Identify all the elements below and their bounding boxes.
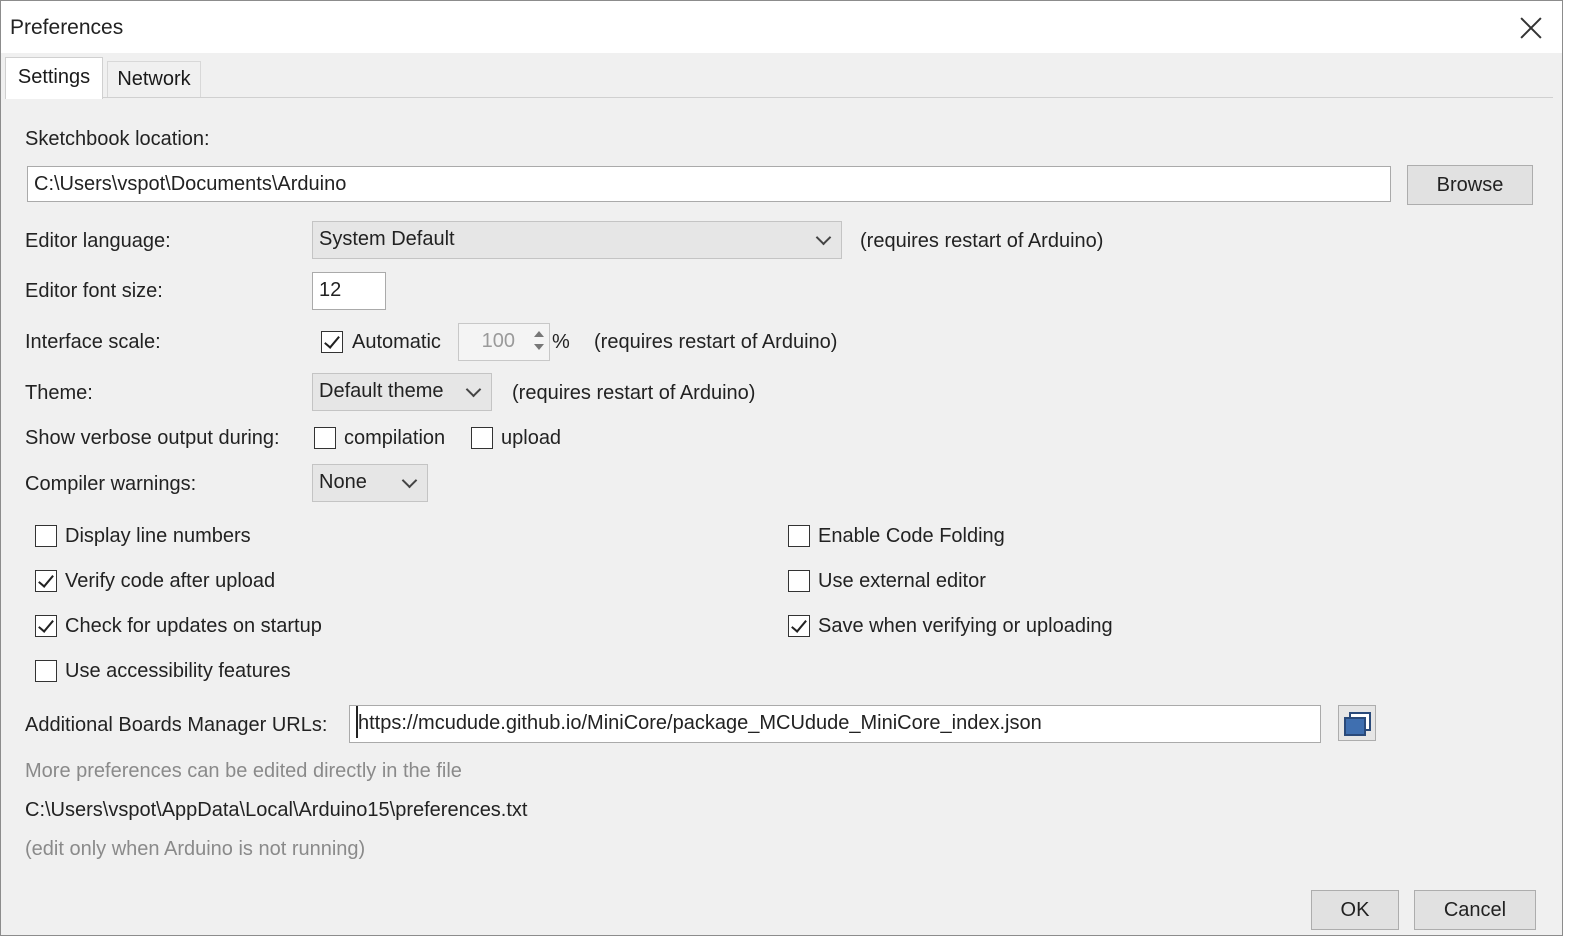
cancel-button[interactable]: Cancel <box>1414 890 1536 930</box>
theme-note: (requires restart of Arduino) <box>512 382 756 404</box>
external-editor-checkbox[interactable] <box>788 570 810 592</box>
verbose-label: Show verbose output during: <box>25 427 280 449</box>
automatic-scale-label: Automatic <box>352 331 441 353</box>
theme-value: Default theme <box>319 380 444 402</box>
save-when-verifying-checkbox[interactable] <box>788 615 810 637</box>
external-editor-label: Use external editor <box>818 570 986 592</box>
chevron-down-icon <box>401 472 418 489</box>
prefs-file-path: C:\Users\vspot\AppData\Local\Arduino15\p… <box>25 799 528 821</box>
compiler-warnings-select[interactable]: None <box>312 464 428 502</box>
save-when-verifying-label: Save when verifying or uploading <box>818 615 1113 637</box>
verbose-upload-checkbox[interactable] <box>471 427 493 449</box>
tab-settings-label: Settings <box>17 66 91 88</box>
verbose-compilation-label: compilation <box>344 427 446 449</box>
display-line-numbers-label: Display line numbers <box>65 525 251 547</box>
verify-after-upload-label: Verify code after upload <box>65 570 276 592</box>
tab-network-label: Network <box>117 68 191 90</box>
check-updates-checkbox[interactable] <box>35 615 57 637</box>
editor-language-note: (requires restart of Arduino) <box>860 230 1104 252</box>
accessibility-checkbox[interactable] <box>35 660 57 682</box>
scale-value: 100 <box>481 330 515 352</box>
chevron-down-icon <box>465 381 482 398</box>
window-stack-icon[interactable] <box>1338 705 1376 741</box>
editor-language-select[interactable]: System Default <box>312 221 842 259</box>
close-icon[interactable] <box>1514 11 1548 45</box>
code-folding-label: Enable Code Folding <box>818 525 1005 547</box>
prefs-file-hint: More preferences can be edited directly … <box>25 760 462 782</box>
compiler-warnings-value: None <box>319 471 367 493</box>
accessibility-label: Use accessibility features <box>65 660 291 682</box>
ok-button[interactable]: OK <box>1311 890 1399 930</box>
text-cursor <box>356 706 358 738</box>
tab-settings[interactable]: Settings <box>5 57 103 99</box>
font-size-input[interactable]: 12 <box>312 272 386 310</box>
tab-network[interactable]: Network <box>107 61 201 97</box>
sketchbook-location-input[interactable]: C:\Users\vspot\Documents\Arduino <box>27 166 1391 202</box>
interface-scale-note: (requires restart of Arduino) <box>594 331 838 353</box>
title-bar: Preferences <box>1 1 1562 53</box>
theme-select[interactable]: Default theme <box>312 373 492 411</box>
boards-urls-label: Additional Boards Manager URLs: <box>25 714 328 736</box>
display-line-numbers-checkbox[interactable] <box>35 525 57 547</box>
editor-language-value: System Default <box>319 228 455 250</box>
chevron-down-icon <box>815 229 832 246</box>
spinner-arrows-icon[interactable] <box>532 328 546 354</box>
check-updates-label: Check for updates on startup <box>65 615 322 637</box>
sketchbook-label: Sketchbook location: <box>25 128 210 150</box>
code-folding-checkbox[interactable] <box>788 525 810 547</box>
automatic-scale-checkbox[interactable] <box>321 331 343 353</box>
prefs-file-note: (edit only when Arduino is not running) <box>25 838 366 860</box>
window-title: Preferences <box>10 16 124 39</box>
preferences-dialog: Preferences Settings Network Sketchbook … <box>0 0 1563 936</box>
font-size-label: Editor font size: <box>25 280 163 302</box>
scale-unit: % <box>552 331 570 353</box>
verify-after-upload-checkbox[interactable] <box>35 570 57 592</box>
browse-button[interactable]: Browse <box>1407 165 1533 205</box>
verbose-compilation-checkbox[interactable] <box>314 427 336 449</box>
verbose-upload-label: upload <box>501 427 562 449</box>
editor-language-label: Editor language: <box>25 230 171 252</box>
settings-panel: Sketchbook location: C:\Users\vspot\Docu… <box>5 97 1553 883</box>
boards-urls-input[interactable]: https://mcudude.github.io/MiniCore/packa… <box>349 705 1321 743</box>
theme-label: Theme: <box>25 382 93 404</box>
interface-scale-label: Interface scale: <box>25 331 161 353</box>
scale-spinner[interactable]: 100 <box>458 323 550 361</box>
compiler-warnings-label: Compiler warnings: <box>25 473 197 495</box>
